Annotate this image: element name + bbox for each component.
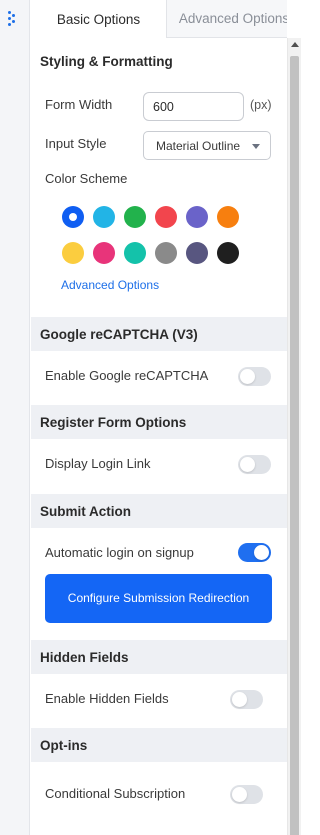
color-swatch[interactable]: [124, 242, 146, 264]
color-scheme-label: Color Scheme: [45, 171, 128, 186]
conditional-subscription-toggle[interactable]: [230, 785, 263, 804]
auto-login-label: Automatic login on signup: [45, 545, 194, 560]
caret-down-icon: [252, 144, 260, 149]
scrollbar[interactable]: [287, 38, 301, 835]
section-styling-formatting: Styling & Formatting: [31, 44, 287, 78]
input-style-select[interactable]: Material Outline: [143, 131, 271, 160]
section-hidden-fields: Hidden Fields: [31, 640, 287, 674]
color-swatch[interactable]: [217, 206, 239, 228]
section-opt-ins: Opt-ins: [31, 728, 287, 762]
section-submit-action: Submit Action: [31, 494, 287, 528]
color-swatch[interactable]: [217, 242, 239, 264]
form-width-input[interactable]: 600: [143, 92, 244, 121]
auto-login-toggle[interactable]: [238, 543, 271, 562]
advanced-options-link[interactable]: Advanced Options: [61, 278, 159, 292]
enable-hidden-fields-label: Enable Hidden Fields: [45, 691, 169, 706]
scroll-thumb[interactable]: [290, 56, 299, 835]
input-style-label: Input Style: [45, 136, 107, 151]
scroll-up-icon[interactable]: [291, 42, 299, 47]
conditional-subscription-label: Conditional Subscription: [45, 786, 186, 801]
settings-panel: Basic Options Advanced Options Styling &…: [31, 0, 287, 835]
color-swatch[interactable]: [62, 242, 84, 264]
enable-recaptcha-label: Enable Google reCAPTCHA: [45, 368, 209, 383]
color-swatch[interactable]: [124, 206, 146, 228]
display-login-link-toggle[interactable]: [238, 455, 271, 474]
section-register-form-options: Register Form Options: [31, 405, 287, 439]
tab-advanced-options[interactable]: Advanced Options: [167, 0, 287, 38]
left-rail: [0, 0, 30, 835]
form-width-label: Form Width: [45, 97, 113, 112]
section-recaptcha: Google reCAPTCHA (V3): [31, 317, 287, 351]
color-swatch[interactable]: [155, 206, 177, 228]
color-swatch[interactable]: [155, 242, 177, 264]
enable-hidden-fields-toggle[interactable]: [230, 690, 263, 709]
input-style-value: Material Outline: [156, 138, 241, 153]
tab-bar: Basic Options Advanced Options: [31, 0, 287, 38]
color-swatch[interactable]: [93, 206, 115, 228]
color-swatch[interactable]: [186, 206, 208, 228]
grip-dots-icon[interactable]: [8, 11, 20, 27]
tab-basic-options[interactable]: Basic Options: [31, 0, 167, 38]
color-swatch[interactable]: [93, 242, 115, 264]
display-login-link-label: Display Login Link: [45, 456, 151, 471]
color-swatch[interactable]: [62, 206, 84, 228]
form-width-unit: (px): [250, 98, 272, 112]
configure-submission-redirection-button[interactable]: Configure Submission Redirection: [45, 574, 272, 623]
color-swatch[interactable]: [186, 242, 208, 264]
enable-recaptcha-toggle[interactable]: [238, 367, 271, 386]
